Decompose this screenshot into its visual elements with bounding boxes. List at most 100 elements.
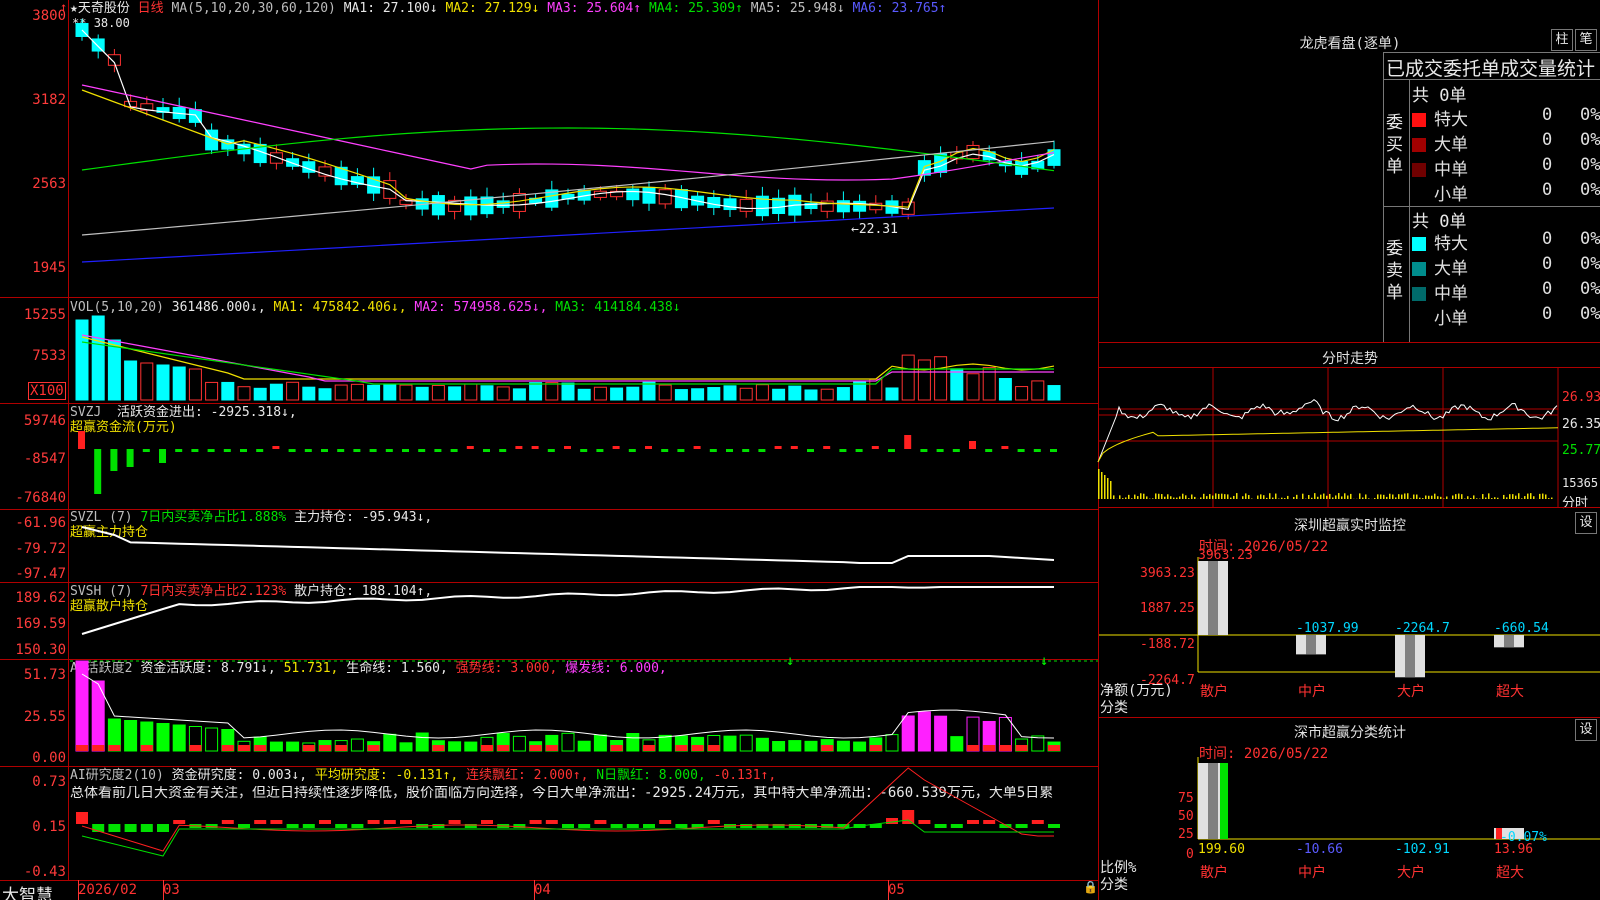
activity-base	[821, 745, 834, 751]
research-bar	[448, 820, 461, 824]
volume-bar	[496, 386, 510, 401]
volume-bar	[610, 387, 624, 401]
axis-label: 25	[1178, 827, 1194, 842]
volume-bar	[836, 387, 850, 401]
activity-bar	[561, 732, 575, 752]
intraday-chart[interactable]	[1097, 367, 1600, 507]
volume-bar	[674, 389, 688, 401]
ratio-bar-green	[1220, 763, 1228, 839]
activity-bar	[739, 734, 753, 752]
bar-value: -10.66	[1296, 842, 1343, 857]
color-swatch	[1412, 138, 1426, 152]
intraday-vol	[1419, 497, 1421, 499]
lock-icon[interactable]: 🔒	[1083, 880, 1098, 894]
bar-value: 3963.23	[1198, 548, 1253, 563]
activity-base	[999, 745, 1012, 751]
color-swatch	[1412, 312, 1426, 326]
intraday-vol	[1260, 494, 1262, 499]
research-bar	[626, 824, 639, 828]
intraday-vol	[1287, 495, 1289, 499]
intraday-vol	[1542, 493, 1544, 499]
activity-bar	[917, 711, 931, 752]
intraday-vol	[1221, 493, 1223, 499]
candlestick-chart[interactable]	[0, 0, 1098, 297]
flow-bar	[936, 449, 944, 452]
retail-holdings-chart[interactable]	[0, 582, 1098, 659]
bar-mode-button[interactable]: 柱	[1551, 29, 1573, 51]
retail-line	[81, 586, 1054, 635]
research-bar	[157, 824, 169, 832]
flow-bar	[434, 449, 442, 452]
activity-base	[707, 745, 720, 751]
intraday-vol	[1389, 493, 1391, 499]
activity-base	[221, 745, 234, 751]
fund-flow-chart[interactable]	[0, 403, 1098, 509]
activity-chart[interactable]: ↓ ↓	[0, 653, 1098, 766]
intraday-vol	[1314, 493, 1316, 499]
activity-bar	[804, 740, 818, 752]
intraday-vol	[1452, 495, 1454, 499]
flow-bar	[531, 446, 539, 449]
volume-bar	[998, 378, 1012, 401]
volume-bar	[561, 382, 575, 401]
intraday-vol	[1398, 494, 1400, 499]
research-bar	[545, 820, 558, 824]
flow-bar	[78, 431, 85, 449]
intraday-vol	[1158, 493, 1160, 499]
ratio-bar-chart[interactable]: 199.60散户-10.66中户-102.91大户13.96超大	[1098, 717, 1600, 900]
tick-mode-button[interactable]: 笔	[1575, 29, 1597, 51]
research-bar	[238, 824, 250, 828]
flow-bar	[693, 446, 701, 449]
intraday-vol	[1233, 495, 1235, 499]
intraday-vol	[1524, 496, 1526, 499]
research-chart[interactable]	[0, 766, 1098, 880]
axis-label: 50	[1178, 809, 1194, 824]
intraday-vol	[1200, 497, 1202, 499]
intraday-vol	[1326, 495, 1328, 499]
flow-bar	[353, 449, 361, 452]
flow-bar	[159, 449, 166, 463]
candle	[853, 200, 867, 212]
intraday-vol	[1110, 481, 1112, 499]
flow-bar	[385, 449, 393, 452]
research-bar	[270, 820, 283, 824]
main-holdings-chart[interactable]	[0, 509, 1098, 582]
activity-base	[302, 745, 315, 751]
volume-bar	[869, 378, 883, 401]
candle	[642, 186, 656, 204]
order-row: 大单 0 0%	[1412, 130, 1600, 155]
volume-bar	[350, 383, 364, 401]
volume-bar	[1031, 380, 1045, 401]
activity-base	[983, 745, 996, 751]
x-axis-title: 分类	[1100, 700, 1128, 716]
research-bar	[481, 820, 493, 824]
net-bar-shade	[1405, 635, 1415, 678]
volume-chart[interactable]	[0, 297, 1098, 403]
intraday-vol	[1362, 497, 1364, 499]
order-row: 特大 0 0%	[1412, 105, 1600, 130]
intraday-vol	[1269, 493, 1271, 499]
intraday-vol	[1248, 495, 1250, 499]
axis-label: 1887.25	[1140, 601, 1195, 616]
candle	[1015, 161, 1029, 175]
candle	[966, 144, 980, 160]
research-bar	[367, 820, 380, 824]
intraday-vol	[1476, 498, 1478, 499]
intraday-vol	[1344, 493, 1346, 499]
color-swatch	[1412, 287, 1426, 301]
activity-base	[675, 745, 688, 751]
activity-bar	[286, 741, 300, 752]
ma-line-120	[81, 207, 1055, 263]
flow-bar	[288, 449, 296, 452]
volume-bar	[156, 364, 170, 401]
axis-label: 26.93	[1562, 390, 1600, 405]
activity-bar	[755, 737, 769, 752]
intraday-vol	[1323, 493, 1325, 499]
flow-bar	[645, 446, 652, 449]
net-bar-shade	[1306, 635, 1316, 655]
flow-bar	[223, 449, 231, 452]
flow-bar	[790, 446, 798, 449]
research-bar	[1048, 824, 1060, 828]
flow-bar	[110, 449, 118, 471]
flow-bar	[240, 449, 247, 452]
